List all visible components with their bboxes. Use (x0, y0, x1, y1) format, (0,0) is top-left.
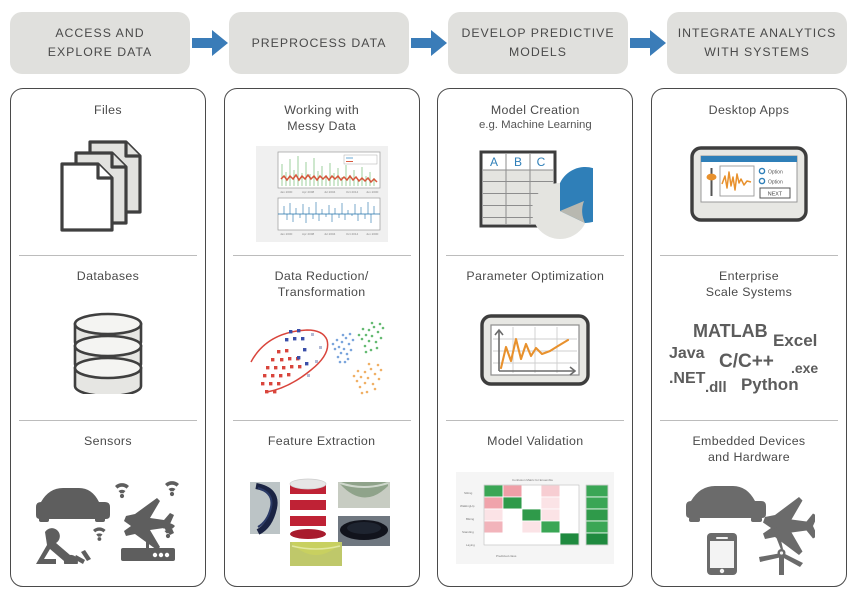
svg-text:A: A (490, 155, 498, 169)
stage-header-row: ACCESS AND EXPLORE DATA PREPROCESS DATA … (10, 8, 847, 78)
stage-label-line2: MODELS (509, 45, 567, 59)
svg-text:Jan 2000: Jan 2000 (280, 190, 293, 194)
arrow-icon-3 (628, 8, 667, 78)
stage-label-line1: INTEGRATE ANALYTICS (677, 26, 837, 40)
wordcloud-cpp: C/C++ (718, 351, 774, 372)
cell-sensors[interactable]: Sensors (11, 420, 205, 586)
database-cylinder-icon (11, 284, 205, 421)
stage-access-explore-data[interactable]: ACCESS AND EXPLORE DATA (10, 12, 190, 74)
wordcloud-net: .NET (668, 370, 706, 387)
svg-text:Jul 2004: Jul 2004 (324, 232, 336, 236)
app-option-1-label: Option (768, 170, 783, 176)
stage-label-line1: DEVELOP PREDICTIVE (461, 26, 615, 40)
stage-label: DEVELOP PREDICTIVE MODELS (461, 24, 614, 62)
table-pie-icon: A B C (438, 133, 632, 255)
wordcloud-matlab: MATLAB (692, 321, 768, 341)
cell-model-validation[interactable]: Model Validation Confusion Matrix for En… (438, 420, 632, 586)
stage-integrate-analytics-with-systems[interactable]: INTEGRATE ANALYTICS WITH SYSTEMS (667, 12, 847, 74)
timeseries-plots-thumbnail: Jan 2000 Apr 2008 Jul 2004 Oct 2014 Jun 200… (225, 134, 419, 255)
wordcloud-dll: .dll (704, 379, 727, 396)
stage-label: ACCESS AND EXPLORE DATA (48, 24, 152, 62)
stage-preprocess-data[interactable]: PREPROCESS DATA (229, 12, 409, 74)
svg-text:Apr 2008: Apr 2008 (302, 232, 315, 236)
cell-embedded-devices[interactable]: Embedded Devices and Hardware (652, 420, 846, 586)
cell-title: Enterprise Scale Systems (705, 268, 793, 299)
svg-text:Oct 2014: Oct 2014 (346, 190, 359, 194)
mug-photos-thumbnail (225, 449, 419, 586)
svg-text:C: C (537, 155, 546, 169)
cell-title: Data Reduction/ Transformation (274, 268, 369, 299)
svg-text:Jun 2000: Jun 2000 (366, 232, 379, 236)
svg-text:Laying: Laying (466, 543, 475, 547)
stacked-documents-icon (11, 118, 205, 255)
svg-text:B: B (514, 155, 522, 169)
cell-data-reduction-transformation[interactable]: Data Reduction/ Transformation (225, 254, 419, 421)
svg-text:Apr 2008: Apr 2008 (302, 190, 315, 194)
svg-text:Jul 2004: Jul 2004 (324, 190, 336, 194)
cell-title: Embedded Devices and Hardware (692, 434, 806, 465)
app-window-icon: Option Option NEXT (652, 118, 846, 255)
cell-title: Feature Extraction (267, 434, 376, 449)
stage-label-line2: EXPLORE DATA (47, 45, 153, 59)
stage-develop-predictive-models[interactable]: DEVELOP PREDICTIVE MODELS (448, 12, 628, 74)
app-next-button-label: NEXT (768, 192, 783, 198)
wordcloud-java: Java (668, 345, 705, 362)
svg-text:Confusion Matrix for Ensemble: Confusion Matrix for Ensemble (512, 478, 553, 482)
svg-text:Jan 2000: Jan 2000 (280, 232, 293, 236)
embedded-hardware-icon (652, 465, 846, 586)
arrow-icon-1 (190, 8, 229, 78)
cell-databases[interactable]: Databases (11, 254, 205, 421)
svg-text:Standing: Standing (462, 530, 474, 534)
cell-title: Sensors (84, 434, 132, 449)
sensor-devices-icon (11, 449, 205, 586)
svg-text:WalkingUp: WalkingUp (460, 504, 475, 508)
cell-working-with-messy-data[interactable]: Working with Messy Data Jan 2000 Apr 200… (225, 89, 419, 255)
cell-model-creation[interactable]: Model Creation e.g. Machine Learning A B… (438, 89, 632, 255)
wordcloud-excel: Excel (772, 331, 818, 350)
stage-label-line1: ACCESS AND (55, 26, 145, 40)
card-develop-predictive-models: Model Creation e.g. Machine Learning A B… (437, 88, 634, 587)
cell-title: Desktop Apps (708, 103, 790, 117)
cell-files[interactable]: Files (11, 89, 205, 255)
card-preprocess-data: Working with Messy Data Jan 2000 Apr 200… (223, 88, 420, 587)
cell-title: Model Creation (490, 103, 580, 117)
cell-title: Parameter Optimization (466, 268, 605, 283)
cell-title: Databases (76, 268, 140, 283)
stage-cards-row: Files Databases Sensors Working with Mes… (10, 88, 847, 587)
confusion-matrix-thumbnail: Confusion Matrix for Ensemble Sitting Wal… (438, 449, 632, 586)
language-wordcloud: MATLAB Excel Java C/C++ .exe .NET .dll P… (652, 300, 846, 421)
cell-title: Files (94, 103, 122, 117)
svg-text:Jun 2000: Jun 2000 (366, 190, 379, 194)
monitor-linechart-icon (438, 284, 632, 421)
cell-title: Working with Messy Data (284, 103, 360, 133)
stage-label: INTEGRATE ANALYTICS WITH SYSTEMS (678, 24, 837, 62)
wordcloud-python: Python (740, 375, 799, 394)
stage-label-line2: WITH SYSTEMS (704, 45, 810, 59)
svg-text:Sitting: Sitting (464, 491, 473, 495)
arrow-icon-2 (409, 8, 448, 78)
card-access-explore-data: Files Databases Sensors (10, 88, 206, 587)
workflow-diagram: ACCESS AND EXPLORE DATA PREPROCESS DATA … (0, 0, 857, 597)
card-integrate-analytics-with-systems: Desktop Apps Option Option NEXT Enterpri… (650, 88, 847, 587)
svg-text:Oct 2014: Oct 2014 (346, 232, 359, 236)
wordcloud-exe: .exe (790, 360, 819, 376)
cell-subtitle: e.g. Machine Learning (478, 119, 592, 131)
svg-text:Predicted class: Predicted class (496, 554, 517, 558)
cell-desktop-apps[interactable]: Desktop Apps Option Option NEXT (652, 89, 846, 255)
stage-label-line1: PREPROCESS DATA (251, 35, 387, 50)
cell-enterprise-scale-systems[interactable]: Enterprise Scale Systems MATLAB Excel Ja… (652, 254, 846, 421)
cell-parameter-optimization[interactable]: Parameter Optimization (438, 254, 632, 421)
app-option-2-label: Option (768, 180, 783, 186)
svg-text:Biking: Biking (466, 517, 475, 521)
cell-title: Model Validation (487, 434, 584, 449)
cell-feature-extraction[interactable]: Feature Extraction (225, 420, 419, 586)
scatter-clusters-thumbnail (225, 300, 419, 421)
stage-label: PREPROCESS DATA (252, 34, 387, 53)
